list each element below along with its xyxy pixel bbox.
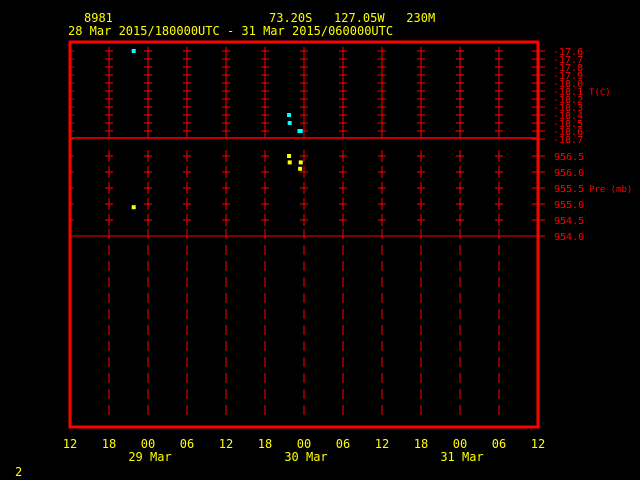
pressure-tick-label: 955.5 <box>554 184 584 195</box>
meteogram-chart: -17.6-17.7-17.8-17.9-18.0-18.1-18.2-18.3… <box>63 40 632 464</box>
pressure-tick-label: 955.0 <box>554 200 584 211</box>
pressure-point <box>287 154 292 158</box>
pressure-point <box>287 160 292 165</box>
x-tick-label: 06 <box>180 437 194 451</box>
pressure-axis-label: Pre (mb) <box>589 185 632 195</box>
x-tick-label: 12 <box>531 437 545 451</box>
x-tick-label: 00 <box>141 437 155 451</box>
pressure-tick-label: 956.0 <box>554 168 584 179</box>
pressure-point <box>131 205 136 210</box>
x-tick-label: 00 <box>453 437 467 451</box>
date-label: 29 Mar <box>128 450 171 464</box>
x-tick-label: 12 <box>375 437 389 451</box>
temperature-point <box>287 121 292 125</box>
date-label: 31 Mar <box>440 450 483 464</box>
pressure-point <box>298 160 303 165</box>
x-tick-label: 06 <box>336 437 350 451</box>
x-tick-label: 18 <box>102 437 116 451</box>
date-label: 30 Mar <box>284 450 327 464</box>
x-tick-label: 12 <box>63 437 77 451</box>
x-tick-label: 18 <box>414 437 428 451</box>
x-tick-label: 00 <box>297 437 311 451</box>
x-tick-label: 12 <box>219 437 233 451</box>
temperature-point <box>287 113 292 117</box>
pressure-tick-label: 954.0 <box>554 232 584 243</box>
temperature-point <box>298 129 303 133</box>
pressure-point <box>298 166 303 171</box>
temp-tick-label: -18.7 <box>553 135 583 146</box>
temp-axis-label: T(C) <box>589 88 611 98</box>
pressure-tick-label: 954.5 <box>554 216 584 227</box>
temperature-point <box>131 49 136 53</box>
x-tick-label: 06 <box>492 437 506 451</box>
pressure-tick-label: 956.5 <box>554 152 584 163</box>
x-tick-label: 18 <box>258 437 272 451</box>
